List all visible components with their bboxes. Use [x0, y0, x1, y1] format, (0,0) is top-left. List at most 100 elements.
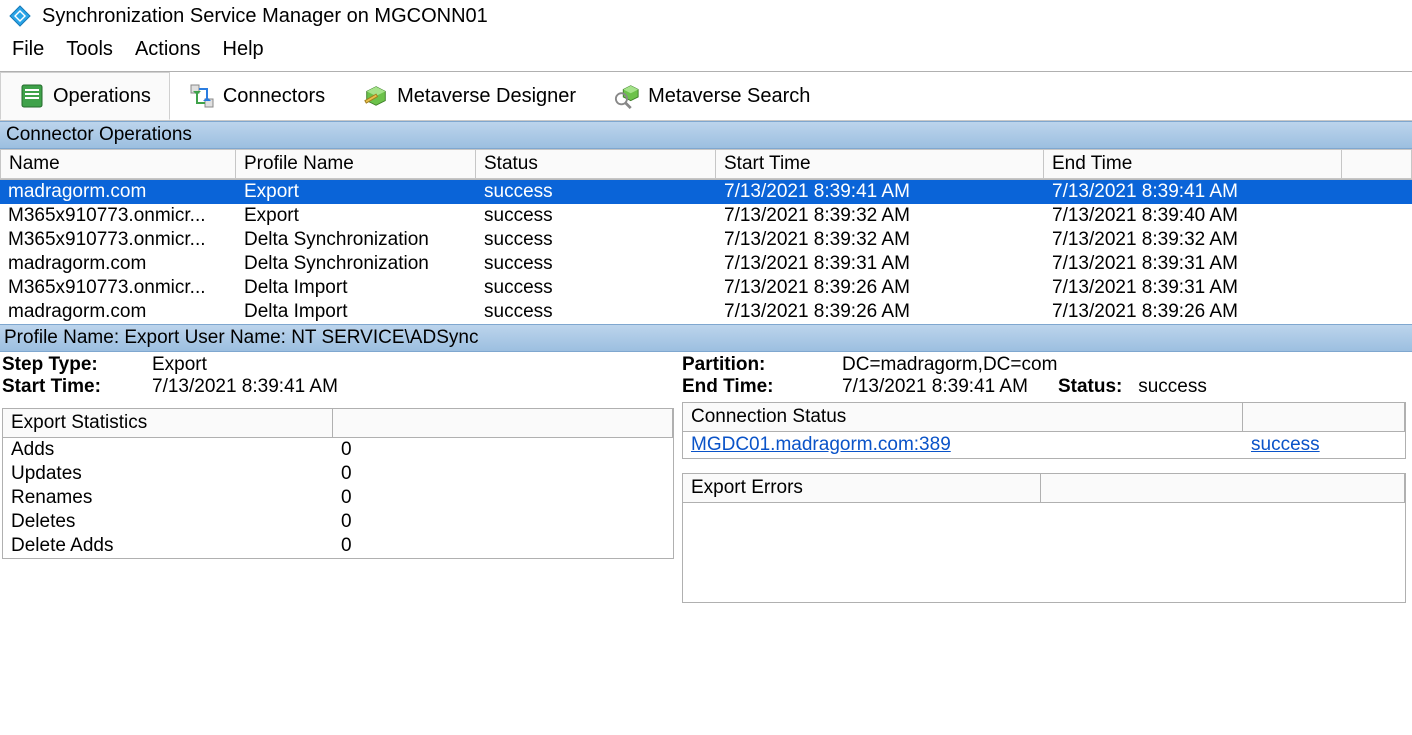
- connection-status-link[interactable]: success: [1251, 434, 1320, 455]
- export-statistics-header-blank[interactable]: [333, 409, 673, 437]
- menu-actions[interactable]: Actions: [135, 38, 201, 61]
- cell: success: [476, 180, 716, 204]
- export-statistics-table: Export Statistics Adds0Updates0Renames0D…: [2, 408, 674, 559]
- cell: 7/13/2021 8:39:26 AM: [716, 276, 1044, 300]
- stats-label: Adds: [11, 439, 341, 461]
- stats-label: Delete Adds: [11, 535, 341, 557]
- col-profile[interactable]: Profile Name: [236, 149, 476, 179]
- menu-help[interactable]: Help: [223, 38, 264, 61]
- cell: 7/13/2021 8:39:26 AM: [1044, 300, 1342, 324]
- status-label: Status:: [1058, 376, 1122, 397]
- cell: Export: [236, 204, 476, 228]
- export-errors-table: Export Errors: [682, 473, 1406, 603]
- cell: M365x910773.onmicr...: [0, 204, 236, 228]
- toolbar: Operations Connectors Metaverse Designer: [0, 72, 1412, 121]
- table-row[interactable]: M365x910773.onmicr...Exportsuccess7/13/2…: [0, 204, 1412, 228]
- metaverse-search-icon: [614, 83, 640, 109]
- cell: Delta Import: [236, 300, 476, 324]
- connection-host-link[interactable]: MGDC01.madragorm.com:389: [691, 434, 951, 455]
- app-icon: [8, 4, 32, 28]
- stats-value: 0: [341, 535, 352, 557]
- cell: 7/13/2021 8:39:26 AM: [716, 300, 1044, 324]
- stats-label: Updates: [11, 463, 341, 485]
- stats-row: Delete Adds0: [3, 534, 673, 558]
- cell: 7/13/2021 8:39:32 AM: [716, 204, 1044, 228]
- tab-operations[interactable]: Operations: [0, 72, 170, 120]
- stats-row: Adds0: [3, 438, 673, 462]
- stats-label: Deletes: [11, 511, 341, 533]
- col-spacer: [1342, 149, 1412, 179]
- menu-file[interactable]: File: [12, 38, 44, 61]
- export-statistics-header[interactable]: Export Statistics: [3, 409, 333, 437]
- stats-row: Updates0: [3, 462, 673, 486]
- cell: madragorm.com: [0, 300, 236, 324]
- stats-label: Renames: [11, 487, 341, 509]
- cell: success: [476, 300, 716, 324]
- menu-bar: File Tools Actions Help: [0, 32, 1412, 72]
- step-type-label: Step Type:: [2, 354, 152, 376]
- cell: 7/13/2021 8:39:41 AM: [1044, 180, 1342, 204]
- cell: madragorm.com: [0, 180, 236, 204]
- stats-value: 0: [341, 487, 352, 509]
- partition-label: Partition:: [682, 354, 842, 376]
- details-area: Step Type: Export Start Time: 7/13/2021 …: [0, 352, 1412, 607]
- tab-connectors-label: Connectors: [223, 85, 325, 108]
- cell: madragorm.com: [0, 252, 236, 276]
- export-errors-header[interactable]: Export Errors: [683, 474, 1041, 502]
- cell: 7/13/2021 8:39:32 AM: [1044, 228, 1342, 252]
- tab-metaverse-designer[interactable]: Metaverse Designer: [344, 72, 595, 120]
- tab-metaverse-search-label: Metaverse Search: [648, 85, 810, 108]
- cell: Delta Synchronization: [236, 228, 476, 252]
- tab-metaverse-designer-label: Metaverse Designer: [397, 85, 576, 108]
- export-errors-header-blank[interactable]: [1041, 474, 1405, 502]
- tab-operations-label: Operations: [53, 85, 151, 108]
- col-end[interactable]: End Time: [1044, 149, 1342, 179]
- stats-row: Deletes0: [3, 510, 673, 534]
- table-row[interactable]: M365x910773.onmicr...Delta Synchronizati…: [0, 228, 1412, 252]
- table-row[interactable]: M365x910773.onmicr...Delta Importsuccess…: [0, 276, 1412, 300]
- stats-value: 0: [341, 463, 352, 485]
- table-row[interactable]: madragorm.comDelta Synchronizationsucces…: [0, 252, 1412, 276]
- tab-metaverse-search[interactable]: Metaverse Search: [595, 72, 829, 120]
- tab-connectors[interactable]: Connectors: [170, 72, 344, 120]
- cell: 7/13/2021 8:39:40 AM: [1044, 204, 1342, 228]
- menu-tools[interactable]: Tools: [66, 38, 113, 61]
- title-bar: Synchronization Service Manager on MGCON…: [0, 0, 1412, 32]
- col-name[interactable]: Name: [0, 149, 236, 179]
- end-time-label: End Time:: [682, 376, 842, 398]
- cell: 7/13/2021 8:39:32 AM: [716, 228, 1044, 252]
- cell: success: [476, 204, 716, 228]
- cell: success: [476, 228, 716, 252]
- cell: 7/13/2021 8:39:31 AM: [716, 252, 1044, 276]
- stats-value: 0: [341, 511, 352, 533]
- cell: 7/13/2021 8:39:31 AM: [1044, 252, 1342, 276]
- operations-grid[interactable]: madragorm.comExportsuccess7/13/2021 8:39…: [0, 180, 1412, 324]
- cell: M365x910773.onmicr...: [0, 228, 236, 252]
- cell: Export: [236, 180, 476, 204]
- cell: success: [476, 276, 716, 300]
- table-row[interactable]: madragorm.comExportsuccess 7/13/2021 8:39…: [0, 180, 1412, 204]
- cell: success: [476, 252, 716, 276]
- cell: M365x910773.onmicr...: [0, 276, 236, 300]
- section-connector-operations: Connector Operations: [0, 121, 1412, 149]
- col-status[interactable]: Status: [476, 149, 716, 179]
- details-bar: Profile Name: Export User Name: NT SERVI…: [0, 324, 1412, 352]
- start-time-label: Start Time:: [2, 376, 152, 398]
- table-row[interactable]: madragorm.comDelta Importsuccess7/13/202…: [0, 300, 1412, 324]
- connection-status-header-blank[interactable]: [1243, 403, 1405, 431]
- start-time-value: 7/13/2021 8:39:41 AM: [152, 376, 338, 398]
- grid-header: Name Profile Name Status Start Time End …: [0, 149, 1412, 180]
- connection-status-header[interactable]: Connection Status: [683, 403, 1243, 431]
- end-time-value: 7/13/2021 8:39:41 AM: [842, 376, 1028, 398]
- stats-row: Renames0: [3, 486, 673, 510]
- col-start[interactable]: Start Time: [716, 149, 1044, 179]
- cell: Delta Import: [236, 276, 476, 300]
- partition-value: DC=madragorm,DC=com: [842, 354, 1057, 376]
- window-title: Synchronization Service Manager on MGCON…: [42, 5, 488, 28]
- metaverse-designer-icon: [363, 83, 389, 109]
- status-value: success: [1138, 376, 1207, 397]
- cell: Delta Synchronization: [236, 252, 476, 276]
- stats-value: 0: [341, 439, 352, 461]
- connection-status-row[interactable]: MGDC01.madragorm.com:389 success: [683, 432, 1405, 458]
- connection-status-table: Connection Status MGDC01.madragorm.com:3…: [682, 402, 1406, 459]
